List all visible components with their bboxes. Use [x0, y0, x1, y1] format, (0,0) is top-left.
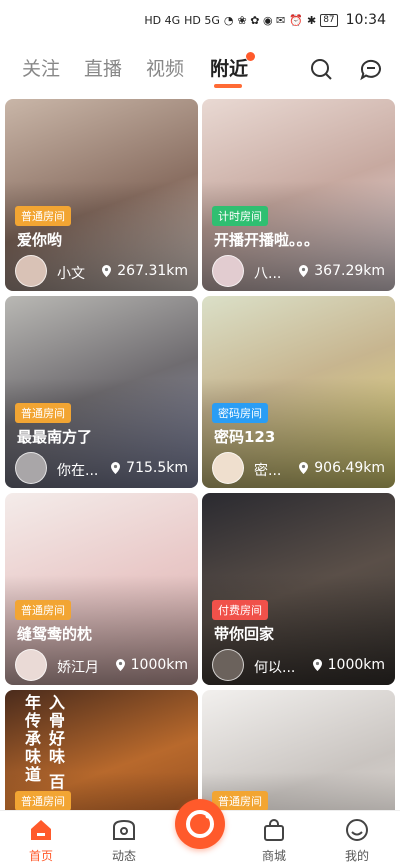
avatar	[15, 452, 47, 484]
room-type-badge: 普通房间	[15, 791, 71, 810]
tab-nearby[interactable]: 附近	[210, 54, 248, 81]
wifi-icon: ◔	[223, 13, 234, 27]
location-pin-icon	[299, 462, 309, 474]
room-type-badge: 计时房间	[212, 206, 268, 226]
shopping-bag-icon	[264, 819, 284, 841]
location-pin-icon	[299, 265, 309, 277]
tab-indicator	[214, 84, 242, 88]
status-bar: HD 4G HD 5G ◔ ❀ ✿ ◉ ✉ ⏰ ✱ 87 10:34	[0, 0, 400, 40]
cover-overlay-text: 入骨好味 百年传承味道	[22, 694, 65, 792]
distance: 1000km	[115, 657, 188, 673]
tab-follow[interactable]: 关注	[22, 54, 60, 81]
distance: 906.49km	[299, 460, 385, 476]
distance: 367.29km	[299, 263, 385, 279]
nav-home[interactable]: 首页	[11, 817, 71, 864]
host-name: 密...	[254, 463, 282, 479]
room-card[interactable]: 普通房间 缝鸳鸯的枕 娇江月 1000km	[5, 493, 198, 685]
room-title: 开播开播啦。。。	[214, 231, 320, 249]
distance: 715.5km	[111, 460, 188, 476]
camera-icon	[186, 810, 214, 838]
avatar	[212, 649, 244, 681]
location-pin-icon	[102, 265, 112, 277]
room-type-badge: 密码房间	[212, 403, 268, 423]
distance-text: 1000km	[130, 657, 188, 673]
location-pin-icon	[312, 659, 322, 671]
room-type-badge: 普通房间	[15, 600, 71, 620]
host-name: 何以...	[254, 660, 294, 676]
avatar	[15, 255, 47, 287]
room-type-badge: 普通房间	[15, 206, 71, 226]
nav-feed[interactable]: 动态	[94, 817, 154, 864]
distance-text: 715.5km	[126, 460, 188, 476]
room-type-badge: 普通房间	[15, 403, 71, 423]
top-tab-bar: 关注 直播 视频 附近	[0, 44, 400, 94]
location-pin-icon	[115, 659, 125, 671]
distance-text: 367.29km	[314, 263, 385, 279]
room-card[interactable]: 计时房间 开播开播啦。。。 八... 367.29km	[202, 99, 395, 291]
avatar	[212, 255, 244, 287]
room-card[interactable]: 普通房间 爱你哟 小文 267.31km	[5, 99, 198, 291]
nav-shop-label: 商城	[261, 849, 286, 863]
nav-me[interactable]: 我的	[327, 817, 387, 864]
feed-icon	[113, 819, 135, 840]
distance: 267.31km	[102, 263, 188, 279]
bluetooth-icon: ✱	[306, 13, 317, 27]
avatar	[15, 649, 47, 681]
room-card[interactable]: 普通房间	[202, 690, 395, 810]
room-title: 密码123	[214, 428, 276, 446]
room-grid: 普通房间 爱你哟 小文 267.31km 计时房间 开播开播啦。。。 八... …	[0, 96, 400, 810]
distance-text: 267.31km	[117, 263, 188, 279]
search-icon[interactable]	[308, 56, 334, 82]
nav-home-label: 首页	[28, 849, 53, 863]
room-title: 缝鸳鸯的枕	[17, 625, 93, 643]
signal-icon: HD 4G	[144, 13, 181, 27]
room-type-badge: 付费房间	[212, 600, 268, 620]
go-live-button[interactable]	[175, 799, 225, 849]
room-title: 最最南方了	[17, 428, 93, 446]
host-name: 你在...	[57, 463, 97, 479]
nav-shop[interactable]: 商城	[244, 817, 304, 864]
app-icons: ❀ ✿ ◉ ✉	[237, 13, 286, 27]
clock: 10:34	[345, 12, 386, 28]
bottom-nav: 首页 动态 商城 我的	[0, 799, 400, 867]
room-card[interactable]: 入骨好味 百年传承味道 普通房间	[5, 690, 198, 810]
notification-dot	[246, 52, 255, 61]
host-name: 八...	[254, 266, 282, 282]
room-card[interactable]: 密码房间 密码123 密... 906.49km	[202, 296, 395, 488]
home-icon	[31, 820, 51, 840]
battery-icon: 87	[320, 13, 338, 27]
message-icon[interactable]	[358, 56, 384, 82]
tab-live[interactable]: 直播	[84, 54, 122, 81]
profile-icon	[346, 819, 368, 841]
alarm-icon: ⏰	[289, 13, 303, 27]
signal-icon-2: HD 5G	[184, 13, 220, 27]
room-title: 带你回家	[214, 625, 275, 643]
nav-feed-label: 动态	[111, 849, 136, 863]
distance-text: 1000km	[327, 657, 385, 673]
avatar	[212, 452, 244, 484]
location-pin-icon	[111, 462, 121, 474]
distance: 1000km	[312, 657, 385, 673]
nav-me-label: 我的	[344, 849, 369, 863]
room-card[interactable]: 普通房间 最最南方了 你在... 715.5km	[5, 296, 198, 488]
tab-video[interactable]: 视频	[146, 54, 184, 81]
host-name: 娇江月	[57, 660, 99, 676]
room-title: 爱你哟	[17, 231, 63, 249]
room-card[interactable]: 付费房间 带你回家 何以... 1000km	[202, 493, 395, 685]
distance-text: 906.49km	[314, 460, 385, 476]
host-name: 小文	[57, 266, 85, 282]
